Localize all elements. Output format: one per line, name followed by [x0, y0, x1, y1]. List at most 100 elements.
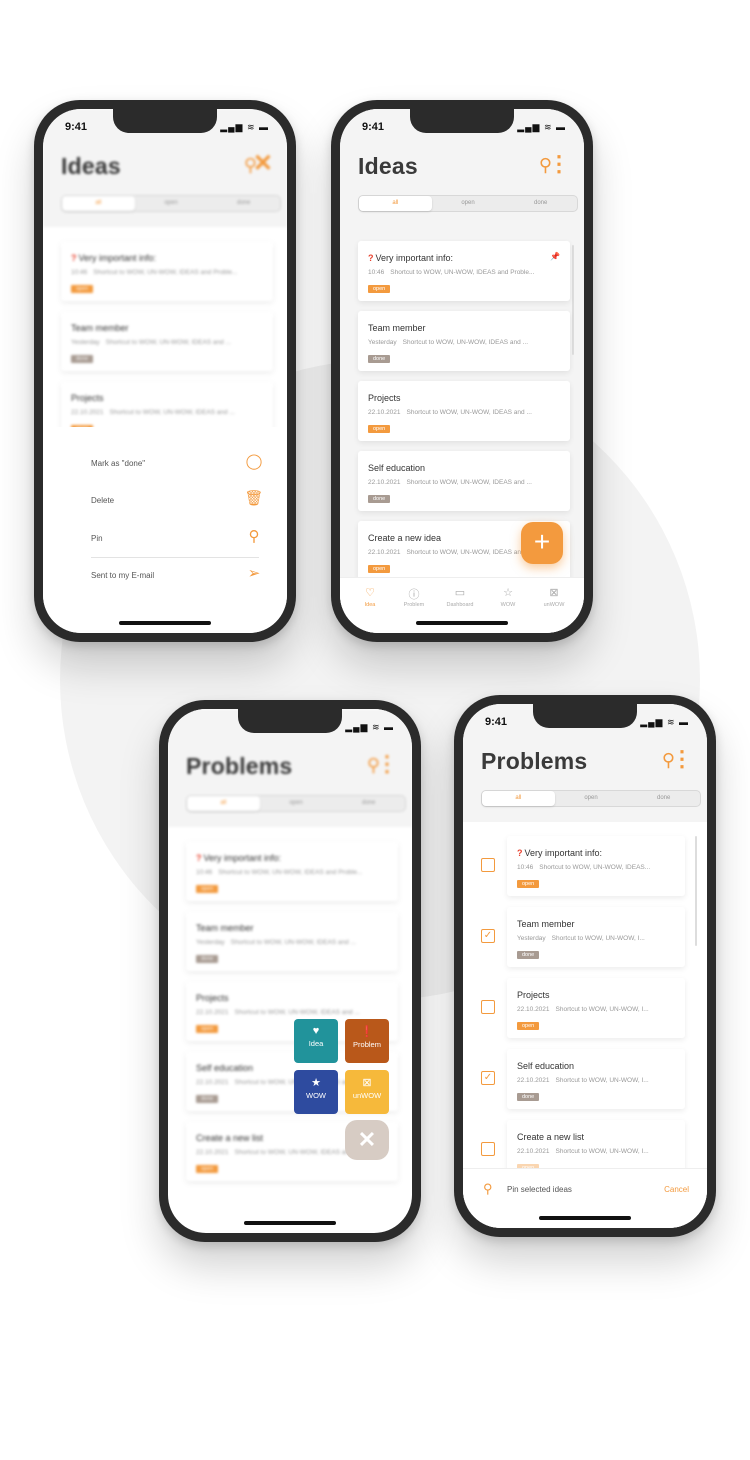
- segment-open[interactable]: open: [260, 796, 333, 811]
- filter-segment: all open done: [61, 195, 281, 212]
- cancel-button[interactable]: Cancel: [664, 1185, 689, 1194]
- tab-problem[interactable]: ⓘ Problem: [390, 586, 438, 608]
- close-menu-button[interactable]: ✕: [345, 1120, 389, 1160]
- x-square-icon: ⊠: [362, 1077, 372, 1089]
- item-title: Create a new list: [196, 1133, 264, 1143]
- tab-dashboard[interactable]: ▭ Dashboard: [436, 586, 484, 608]
- select-checkbox[interactable]: ✓: [481, 1071, 495, 1085]
- list-item[interactable]: Team member Yesterday Shortcut to WOW, UN…: [186, 911, 398, 971]
- status-badge: done: [196, 955, 219, 963]
- add-idea-button[interactable]: +: [521, 522, 563, 564]
- scrollbar[interactable]: [572, 245, 574, 355]
- item-text: Shortcut to WOW, UN-WOW, IDEAS and ...: [109, 409, 235, 416]
- home-indicator: [244, 1221, 336, 1225]
- item-text: Shortcut to WOW, UN-WOW, I...: [551, 935, 645, 942]
- item-text: Shortcut to WOW, UN-WOW, IDEAS and Probl…: [390, 269, 535, 276]
- pin-icon[interactable]: ⚲: [483, 1181, 493, 1197]
- quick-add-unwow-button[interactable]: ⊠ unWOW: [345, 1070, 389, 1114]
- list-item[interactable]: ? Very important info: 10:46 Shortcut to W…: [507, 836, 685, 896]
- select-checkbox[interactable]: [481, 858, 495, 872]
- list-item[interactable]: Projects 22.10.2021 Shortcut to WOW, UN-W…: [358, 381, 570, 441]
- more-icon[interactable]: ⋮: [548, 151, 570, 177]
- monitor-icon: ▭: [454, 587, 466, 599]
- select-checkbox[interactable]: [481, 1000, 495, 1014]
- send-email-option[interactable]: Sent to my E-mail: [91, 571, 241, 580]
- list-item[interactable]: Team member Yesterday Shortcut to WOW, UN…: [61, 311, 273, 371]
- tab-wow[interactable]: ☆ WOW: [484, 586, 532, 608]
- segment-done[interactable]: done: [504, 196, 577, 211]
- item-title: Very important info:: [78, 253, 157, 263]
- tab-idea[interactable]: ♡ Idea: [346, 586, 394, 608]
- segment-all[interactable]: all: [359, 196, 432, 211]
- more-icon[interactable]: ⋮: [376, 751, 398, 777]
- alert-icon: ❗: [360, 1026, 374, 1038]
- item-date: Yesterday: [196, 939, 225, 946]
- home-indicator: [539, 1216, 631, 1220]
- list-item[interactable]: Team member Yesterday Shortcut to WOW, UN…: [358, 311, 570, 371]
- item-title: Very important info:: [524, 848, 603, 858]
- segment-all[interactable]: all: [187, 796, 260, 811]
- select-checkbox[interactable]: ✓: [481, 929, 495, 943]
- status-icons: ▂▄▆ ≋ ▬: [640, 717, 689, 727]
- alert-icon: ⓘ: [408, 589, 420, 601]
- send-icon[interactable]: ➢: [243, 564, 265, 582]
- screen: Ideas ⚲ ⋮ all open done ? Very important …: [340, 109, 584, 633]
- quick-add-problem-button[interactable]: ❗ Problem: [345, 1019, 389, 1063]
- status-badge: open: [517, 880, 540, 888]
- segment-open[interactable]: open: [135, 196, 208, 211]
- item-title: Projects: [71, 393, 104, 403]
- check-circle-icon[interactable]: ◯: [243, 452, 265, 470]
- status-icons: ▂▄▆ ≋ ▬: [220, 122, 269, 132]
- status-badge: done: [196, 1095, 219, 1103]
- status-badge: open: [368, 425, 391, 433]
- segment-done[interactable]: done: [627, 791, 700, 806]
- star-icon: ★: [311, 1077, 321, 1089]
- item-title: Team member: [368, 323, 426, 333]
- segment-done[interactable]: done: [332, 796, 405, 811]
- more-icon[interactable]: ⋮: [671, 746, 693, 772]
- list-item[interactable]: Self education 22.10.2021 Shortcut to WOW…: [507, 1049, 685, 1109]
- trash-icon[interactable]: 🗑: [243, 489, 265, 507]
- list-item[interactable]: ? Very important info: 10:46 Shortcut to W…: [61, 241, 273, 301]
- item-title: Team member: [196, 923, 254, 933]
- quick-add-idea-button[interactable]: ♥ Idea: [294, 1019, 338, 1063]
- status-icons: ▂▄▆ ≋ ▬: [517, 122, 566, 132]
- list-item[interactable]: ? Very important info: 10:46 Shortcut to W…: [358, 241, 570, 301]
- list-item[interactable]: Self education 22.10.2021 Shortcut to WOW…: [358, 451, 570, 511]
- phone-ideas-list: Ideas ⚲ ⋮ all open done ? Very important …: [331, 100, 593, 642]
- item-text: Shortcut to WOW, UN-WOW, IDEAS and ...: [406, 549, 532, 556]
- pin-icon[interactable]: ⚲: [243, 527, 265, 545]
- item-date: 22.10.2021: [517, 1077, 550, 1084]
- list-item[interactable]: ? Very important info: 10:46 Shortcut to W…: [186, 841, 398, 901]
- item-title: Self education: [517, 1061, 575, 1071]
- filter-segment: all open done: [481, 790, 701, 807]
- divider: [91, 557, 259, 558]
- list-item[interactable]: Team member Yesterday Shortcut to WOW, UN…: [507, 907, 685, 967]
- tab-unwow[interactable]: ⊠ unWOW: [530, 586, 578, 608]
- scrollbar[interactable]: [695, 836, 697, 946]
- delete-option[interactable]: Delete: [91, 496, 241, 505]
- ideas-list: ? Very important info: 10:46 Shortcut to W…: [340, 227, 584, 633]
- close-icon[interactable]: ✕: [253, 149, 273, 178]
- status-badge: done: [368, 495, 391, 503]
- notch: [113, 109, 217, 133]
- button-label: WOW: [306, 1091, 326, 1100]
- segment-open[interactable]: open: [555, 791, 628, 806]
- item-date: 10:46: [368, 269, 385, 276]
- status-time: 9:41: [362, 121, 385, 133]
- mark-done-option[interactable]: Mark as "done": [91, 459, 241, 468]
- segment-open[interactable]: open: [432, 196, 505, 211]
- pin-option[interactable]: Pin: [91, 534, 241, 543]
- quick-add-wow-button[interactable]: ★ WOW: [294, 1070, 338, 1114]
- item-title: Very important info:: [203, 853, 282, 863]
- item-date: 22.10.2021: [196, 1079, 229, 1086]
- select-checkbox[interactable]: [481, 1142, 495, 1156]
- list-item[interactable]: Projects 22.10.2021 Shortcut to WOW, UN-W…: [507, 978, 685, 1038]
- segment-all[interactable]: all: [62, 196, 135, 211]
- segment-done[interactable]: done: [207, 196, 280, 211]
- pin-selected-button[interactable]: Pin selected ideas: [507, 1185, 572, 1194]
- status-badge: done: [71, 355, 94, 363]
- phone-problems-select: Problems ⚲ ⋮ all open done ? Very importa…: [454, 695, 716, 1237]
- item-text: Shortcut to WOW, UN-WOW, IDEAS and Probl…: [218, 869, 363, 876]
- segment-all[interactable]: all: [482, 791, 555, 806]
